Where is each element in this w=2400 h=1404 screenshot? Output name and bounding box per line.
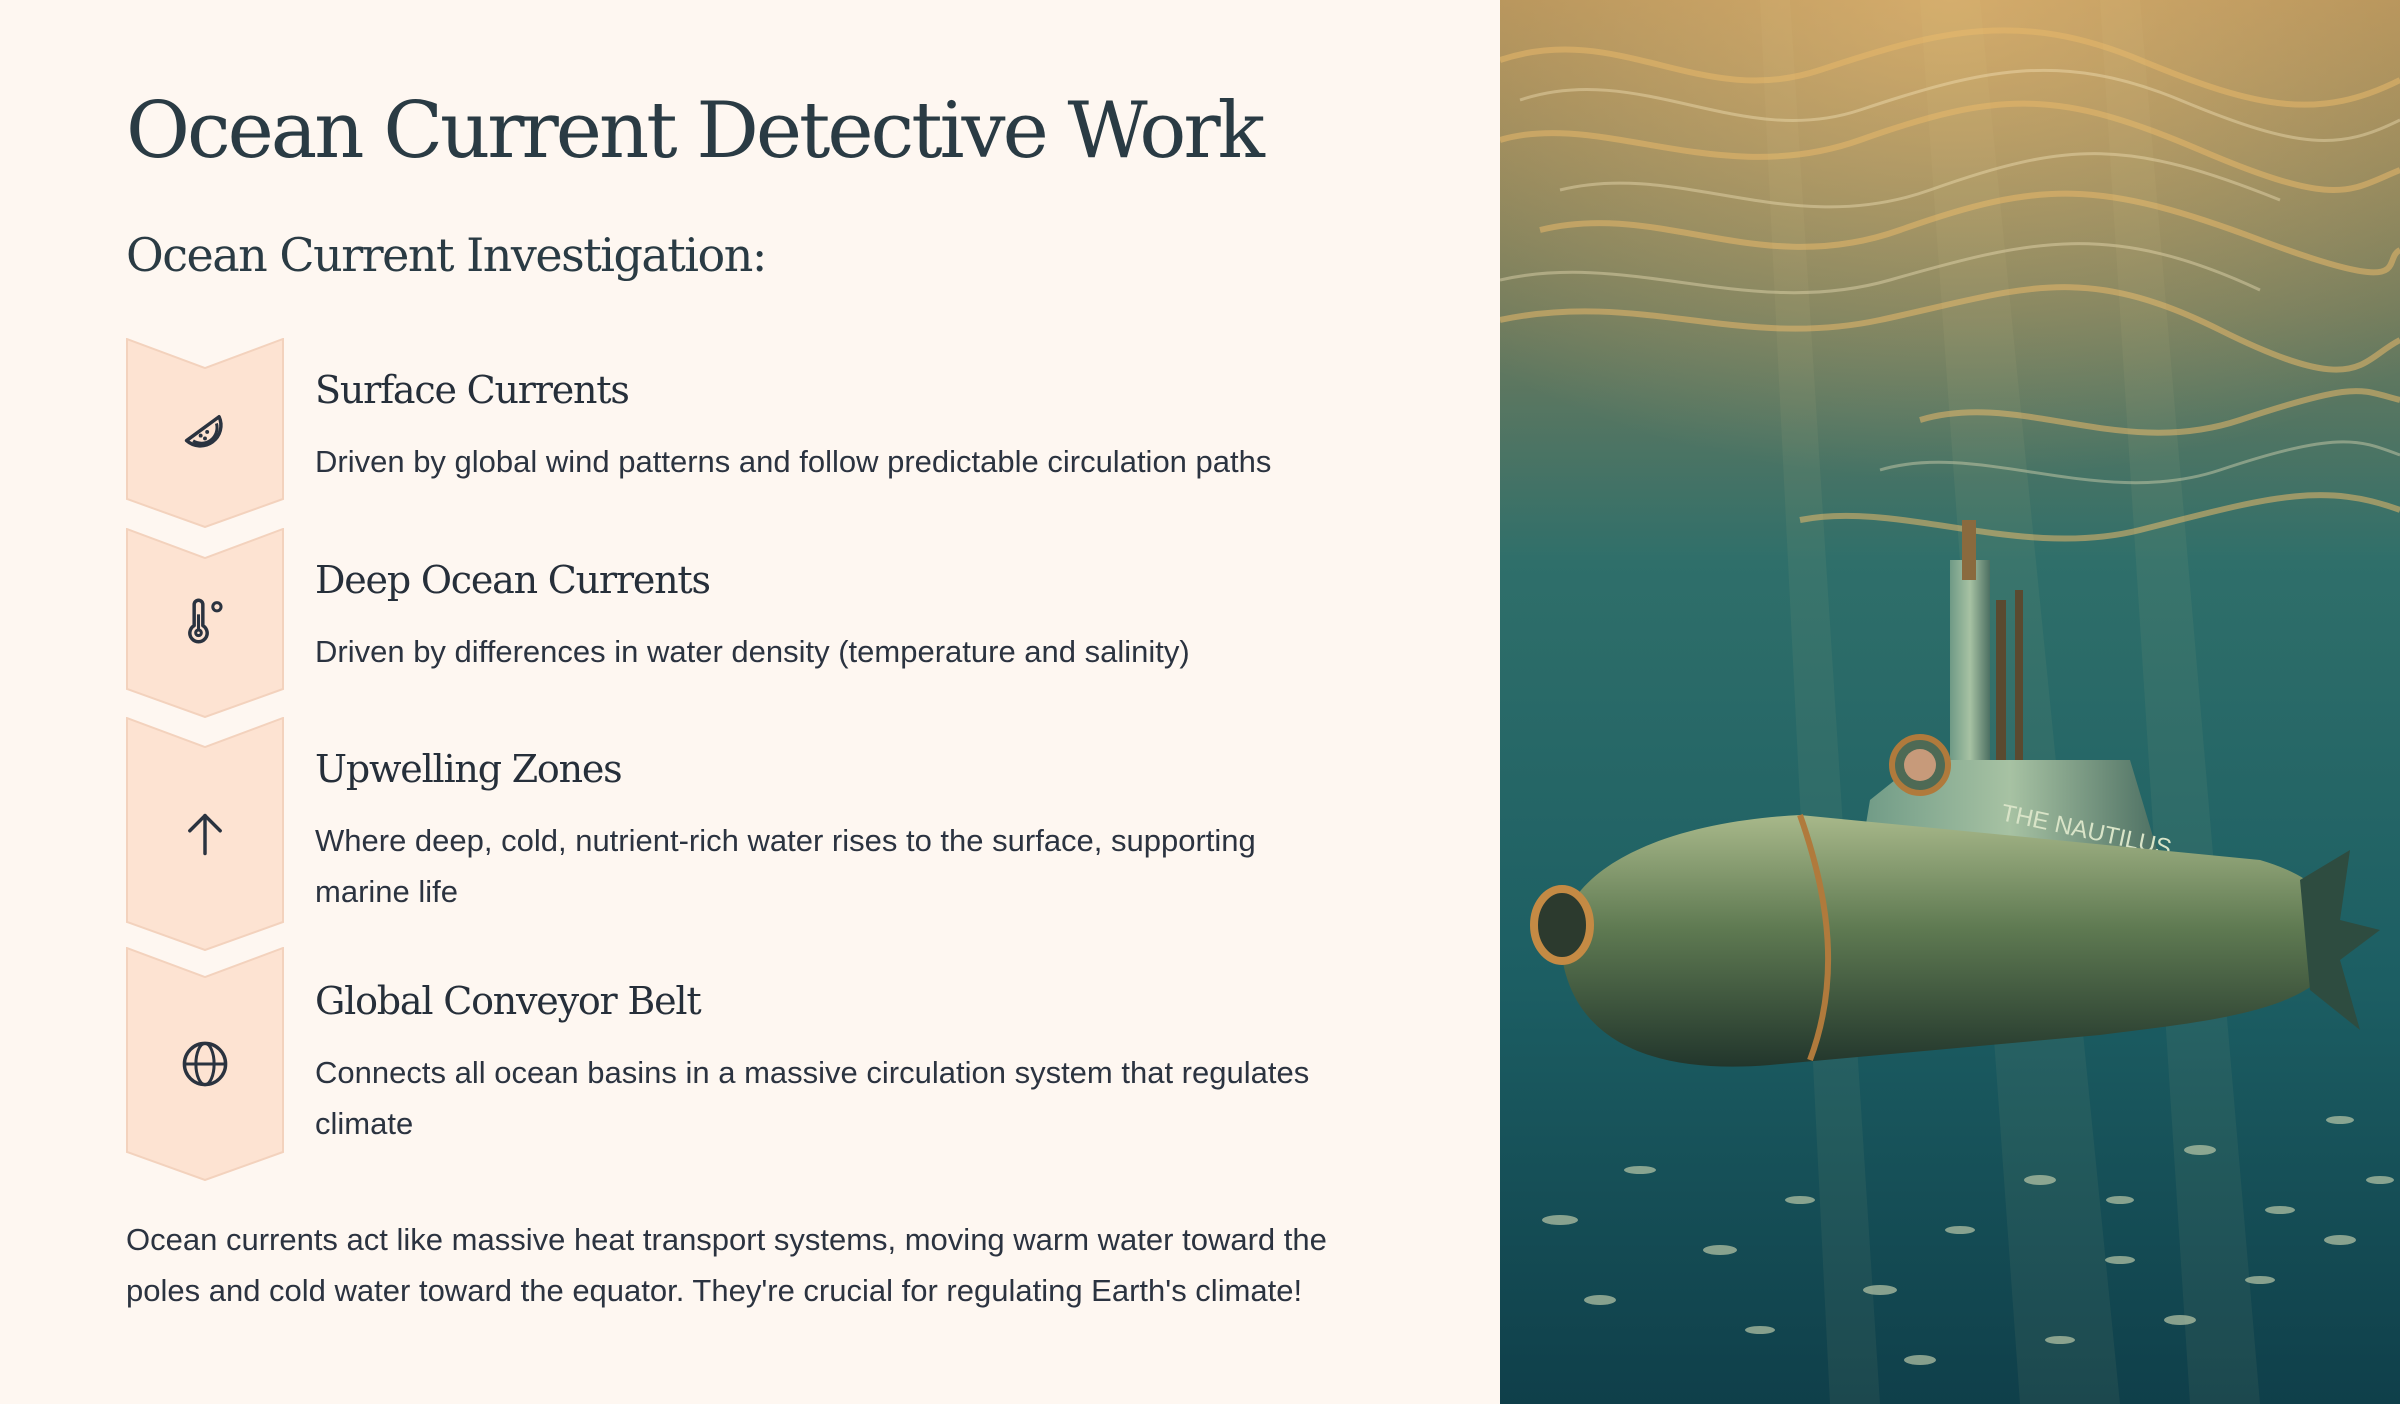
step-upwelling-zones: Upwelling Zones Where deep, cold, nutrie… [126,717,1376,951]
chevron-marker [126,528,284,718]
watermelon-slice-icon [184,415,223,448]
step-title: Global Conveyor Belt [315,979,702,1023]
chevron-marker [126,717,284,951]
step-title: Surface Currents [315,368,630,412]
chevron-marker [126,947,284,1181]
section-subtitle: Ocean Current Investigation: [126,228,767,282]
page-title: Ocean Current Detective Work [126,86,1265,176]
content-panel: Ocean Current Detective Work Ocean Curre… [0,0,1500,1404]
step-description: Driven by global wind patterns and follo… [315,444,1272,479]
step-title: Upwelling Zones [315,747,623,791]
step-description: Where deep, cold, nutrient-rich water ri… [315,823,1256,909]
globe-icon [182,1041,228,1087]
step-surface-currents: Surface Currents Driven by global wind p… [126,338,1376,528]
chevron-marker [126,338,284,528]
step-global-conveyor-belt: Global Conveyor Belt Connects all ocean … [126,947,1376,1181]
submarine-illustration: THE NAUTILUS [1500,0,2400,1404]
arrow-up-icon [188,813,222,856]
summary-paragraph: Ocean currents act like massive heat tra… [126,1222,1327,1308]
thermometer-icon [188,598,223,644]
step-title: Deep Ocean Currents [315,558,711,602]
step-description: Driven by differences in water density (… [315,634,1190,669]
step-deep-ocean-currents: Deep Ocean Currents Driven by difference… [126,528,1376,718]
step-description: Connects all ocean basins in a massive c… [315,1055,1310,1141]
